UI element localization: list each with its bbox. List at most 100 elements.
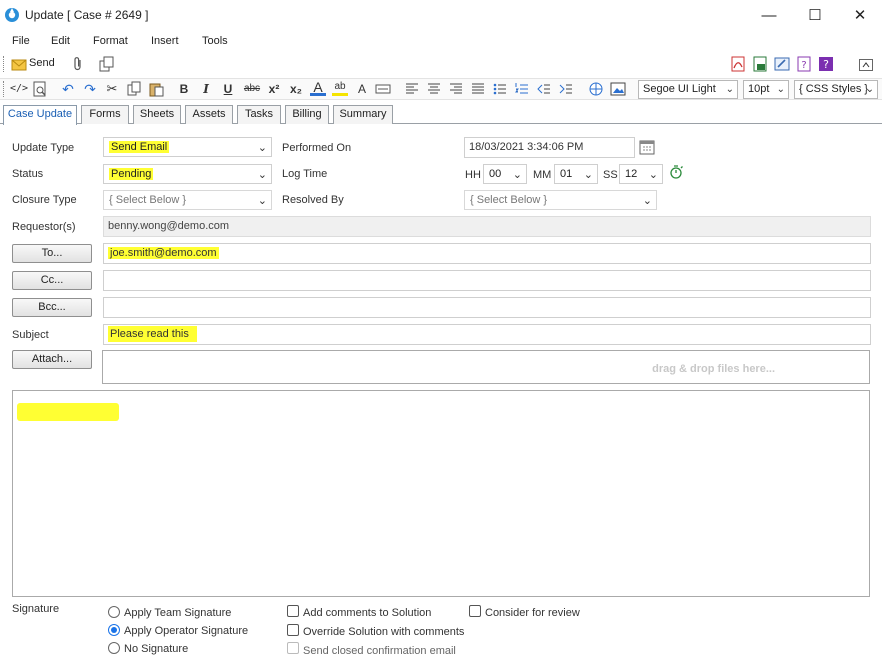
font-size-select[interactable]: 10pt ⌄ xyxy=(743,80,789,99)
highlight-color-icon[interactable]: ab xyxy=(332,80,348,96)
insert-link-icon[interactable] xyxy=(588,81,604,97)
tab-billing[interactable]: Billing xyxy=(285,105,329,124)
mm-label: MM xyxy=(533,169,552,181)
status-select[interactable]: Pending ⌄ xyxy=(103,164,272,184)
calendar-icon[interactable] xyxy=(639,139,655,155)
maximize-button[interactable]: ☐ xyxy=(792,0,838,31)
add-comments-label: Add comments to Solution xyxy=(303,607,432,619)
status-label: Status xyxy=(12,168,44,180)
italic-icon[interactable]: I xyxy=(198,81,214,97)
cc-button[interactable]: Cc... xyxy=(12,271,92,290)
source-code-icon[interactable]: </> xyxy=(10,81,28,97)
css-styles-select[interactable]: { CSS Styles } ⌄ xyxy=(794,80,878,99)
chevron-down-icon: ⌄ xyxy=(257,169,267,181)
copy-icon[interactable] xyxy=(126,81,142,97)
undo-icon[interactable]: ↶ xyxy=(60,81,76,97)
subscript-icon[interactable]: x₂ xyxy=(288,81,304,97)
consider-review-checkbox[interactable] xyxy=(469,605,481,617)
override-solution-label: Override Solution with comments xyxy=(303,626,465,638)
stopwatch-icon[interactable] xyxy=(669,164,685,180)
edit-form-icon[interactable] xyxy=(774,56,790,72)
to-value: joe.smith@demo.com xyxy=(108,247,219,259)
redo-icon[interactable]: ↷ xyxy=(82,81,98,97)
superscript-icon[interactable]: x² xyxy=(266,81,282,97)
menu-edit[interactable]: Edit xyxy=(51,35,70,47)
to-button[interactable]: To... xyxy=(12,244,92,263)
subject-field[interactable]: Please read this xyxy=(103,324,871,345)
chevron-down-icon: ⌄ xyxy=(512,169,522,181)
minutes-select[interactable]: 01 ⌄ xyxy=(554,164,598,184)
underline-icon[interactable]: U xyxy=(220,81,236,97)
help-doc-icon[interactable]: ? xyxy=(796,56,812,72)
to-field[interactable]: joe.smith@demo.com xyxy=(103,243,871,264)
tab-forms[interactable]: Forms xyxy=(81,105,129,124)
menu-file[interactable]: File xyxy=(12,35,30,47)
attach-button[interactable]: Attach... xyxy=(12,350,92,369)
menu-format[interactable]: Format xyxy=(93,35,128,47)
tab-summary[interactable]: Summary xyxy=(333,105,393,124)
align-center-icon[interactable] xyxy=(426,81,442,97)
bullet-list-icon[interactable] xyxy=(492,81,508,97)
add-comments-checkbox[interactable] xyxy=(287,605,299,617)
resolved-by-select[interactable]: { Select Below } ⌄ xyxy=(464,190,657,210)
paperclip-icon[interactable] xyxy=(70,56,86,72)
bcc-field[interactable] xyxy=(103,297,871,318)
tab-sheets[interactable]: Sheets xyxy=(133,105,181,124)
menu-tools[interactable]: Tools xyxy=(202,35,228,47)
resolved-by-label: Resolved By xyxy=(282,194,344,206)
hours-select[interactable]: 00 ⌄ xyxy=(483,164,527,184)
paste-icon[interactable] xyxy=(148,81,164,97)
subject-value: Please read this xyxy=(108,326,197,342)
outdent-icon[interactable] xyxy=(536,81,552,97)
tab-case-update[interactable]: Case Update xyxy=(3,105,77,125)
collapse-toolbar-icon[interactable] xyxy=(858,57,874,73)
team-signature-label: Apply Team Signature xyxy=(124,607,232,619)
radio-team-signature[interactable] xyxy=(108,606,120,618)
send-closed-checkbox[interactable] xyxy=(287,642,299,654)
numbered-list-icon[interactable] xyxy=(514,81,530,97)
update-type-select[interactable]: Send Email ⌄ xyxy=(103,137,272,157)
pdf-icon[interactable] xyxy=(730,56,746,72)
chevron-down-icon: ⌄ xyxy=(865,84,874,95)
help-icon[interactable]: ? xyxy=(818,56,834,72)
radio-no-signature[interactable] xyxy=(108,642,120,654)
bcc-button[interactable]: Bcc... xyxy=(12,298,92,317)
strikethrough-icon[interactable]: abc xyxy=(242,81,262,97)
align-left-icon[interactable] xyxy=(404,81,420,97)
indent-icon[interactable] xyxy=(558,81,574,97)
consider-review-label: Consider for review xyxy=(485,607,580,619)
font-family-select[interactable]: Segoe UI Light ⌄ xyxy=(638,80,738,99)
update-type-value: Send Email xyxy=(109,141,170,153)
horizontal-rule-icon[interactable] xyxy=(375,81,391,97)
status-value: Pending xyxy=(109,168,154,180)
tab-tasks[interactable]: Tasks xyxy=(237,105,281,124)
font-size-icon[interactable]: A xyxy=(354,81,370,97)
performed-on-label: Performed On xyxy=(282,142,352,154)
bold-icon[interactable]: B xyxy=(176,81,192,97)
menu-insert[interactable]: Insert xyxy=(151,35,179,47)
closure-type-select[interactable]: { Select Below } ⌄ xyxy=(103,190,272,210)
send-closed-label: Send closed confirmation email xyxy=(303,645,456,657)
seconds-select[interactable]: 12 ⌄ xyxy=(619,164,663,184)
message-editor[interactable] xyxy=(12,390,870,597)
chevron-down-icon: ⌄ xyxy=(776,84,785,95)
subject-label: Subject xyxy=(12,329,49,341)
tab-assets[interactable]: Assets xyxy=(185,105,233,124)
copy-document-icon[interactable] xyxy=(98,56,114,72)
align-right-icon[interactable] xyxy=(448,81,464,97)
hh-label: HH xyxy=(465,169,481,181)
font-color-icon[interactable]: A xyxy=(310,80,326,96)
preview-icon[interactable] xyxy=(32,81,48,97)
close-button[interactable]: ✕ xyxy=(837,0,882,31)
minimize-button[interactable]: — xyxy=(746,0,792,31)
override-solution-checkbox[interactable] xyxy=(287,624,299,636)
radio-operator-signature[interactable] xyxy=(108,624,120,636)
justify-icon[interactable] xyxy=(470,81,486,97)
performed-on-field[interactable]: 18/03/2021 3:34:06 PM xyxy=(464,137,635,158)
cut-icon[interactable]: ✂ xyxy=(104,81,120,97)
send-button[interactable]: Send xyxy=(29,57,55,69)
attachment-dropzone[interactable]: drag & drop files here... xyxy=(102,350,870,384)
cc-field[interactable] xyxy=(103,270,871,291)
insert-image-icon[interactable] xyxy=(610,81,626,97)
excel-export-icon[interactable] xyxy=(752,56,768,72)
